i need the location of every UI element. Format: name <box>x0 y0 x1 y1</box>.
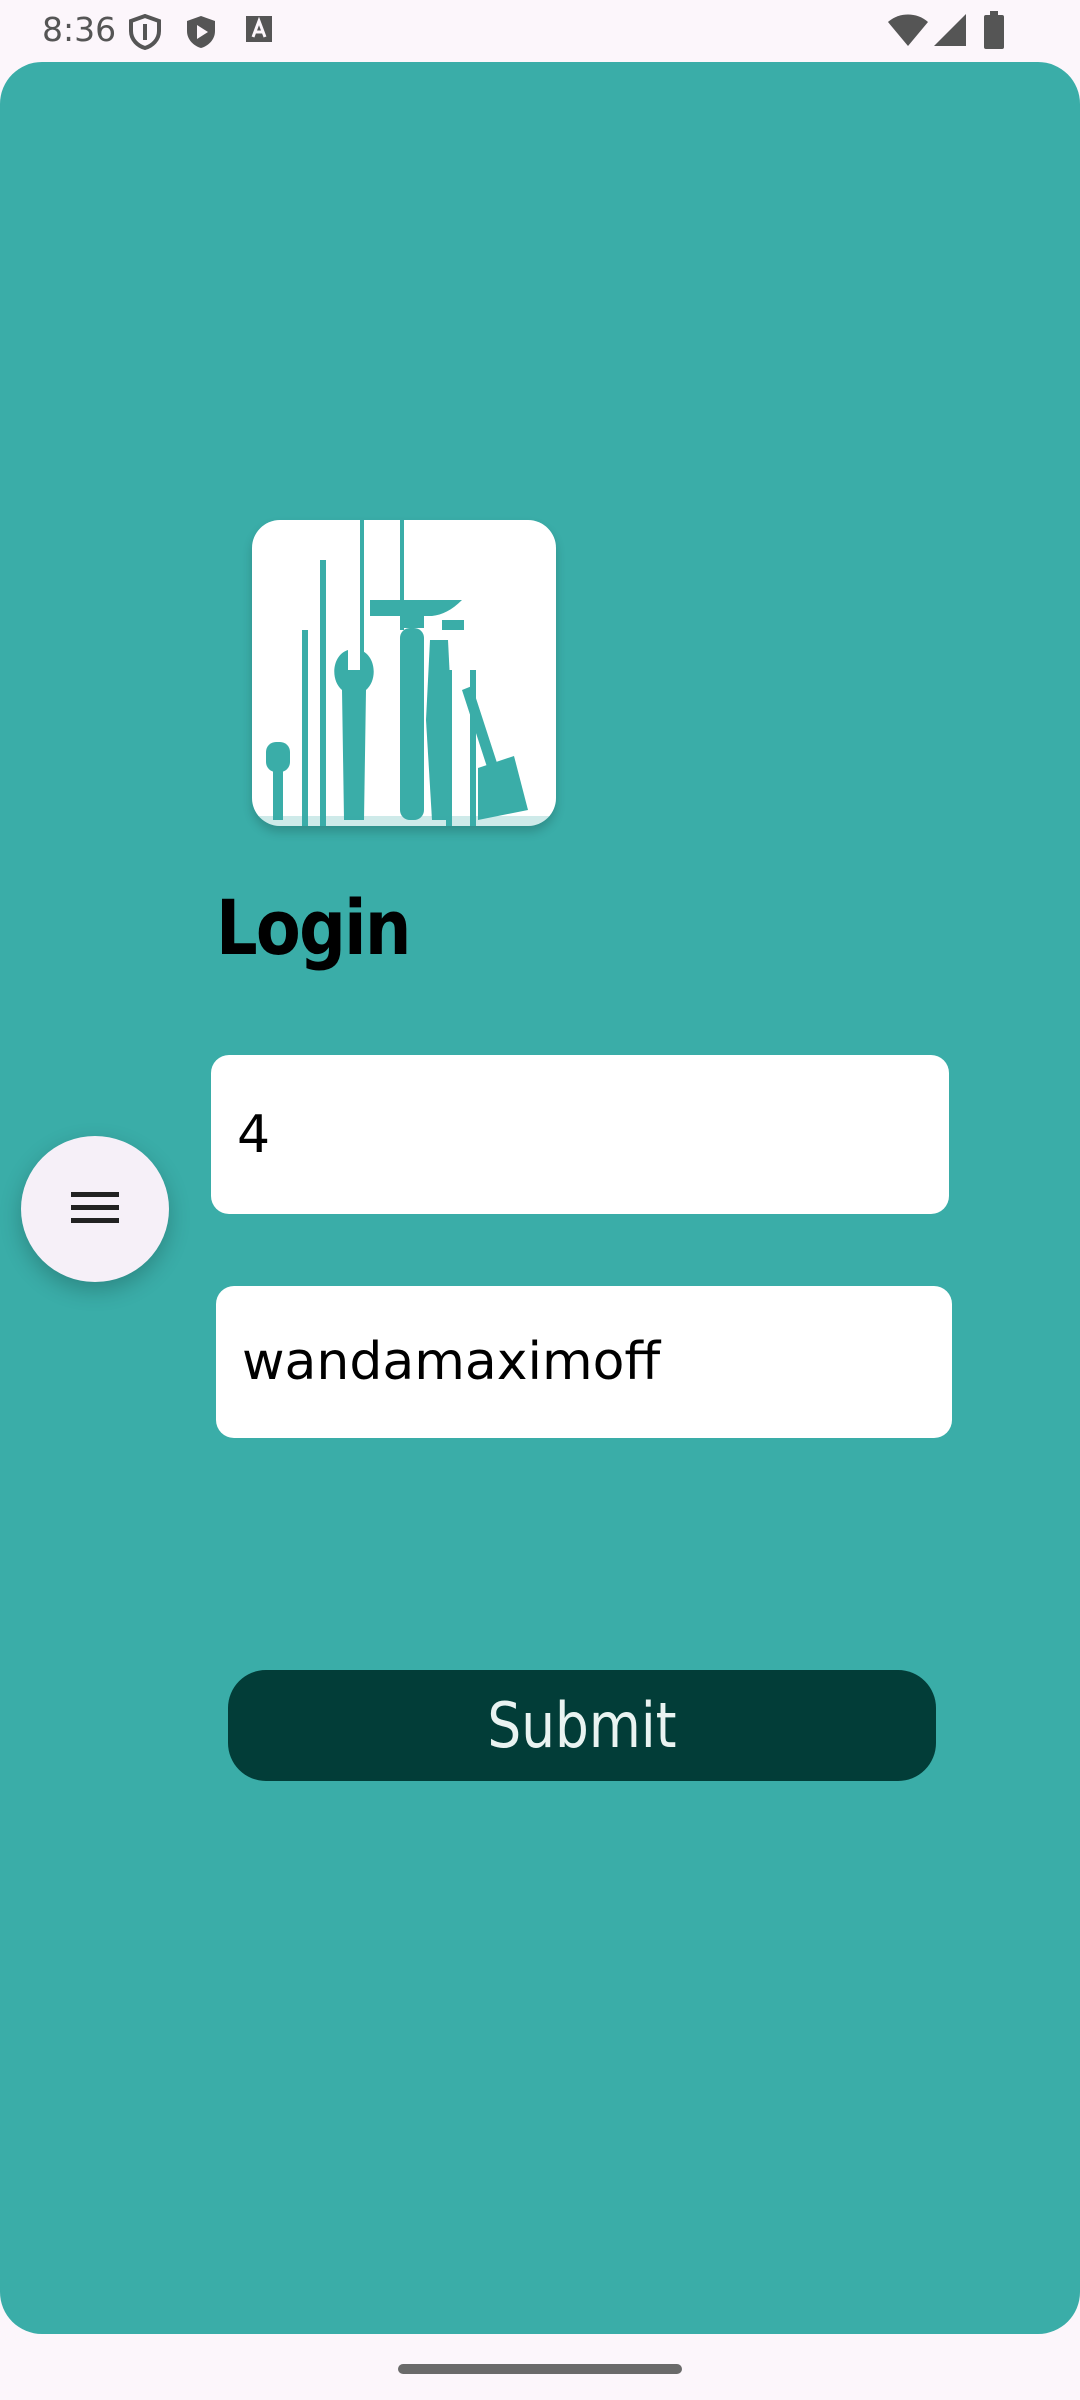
submit-button[interactable]: Submit <box>228 1670 936 1781</box>
signal-icon <box>934 14 966 46</box>
app-logo <box>252 520 556 826</box>
password-input[interactable] <box>216 1286 952 1438</box>
shield-icon <box>129 14 161 50</box>
submit-button-label: Submit <box>487 1689 677 1762</box>
play-store-icon <box>187 16 215 48</box>
wifi-icon <box>888 14 928 46</box>
login-title: Login <box>216 883 411 972</box>
font-icon <box>246 16 272 42</box>
menu-fab-button[interactable] <box>21 1136 169 1282</box>
battery-icon <box>984 11 1004 49</box>
hamburger-menu-icon <box>71 1192 119 1223</box>
status-time: 8:36 <box>42 10 117 49</box>
status-bar: 8:36 <box>0 0 1080 62</box>
username-input[interactable] <box>211 1055 949 1214</box>
home-indicator[interactable] <box>398 2364 682 2374</box>
